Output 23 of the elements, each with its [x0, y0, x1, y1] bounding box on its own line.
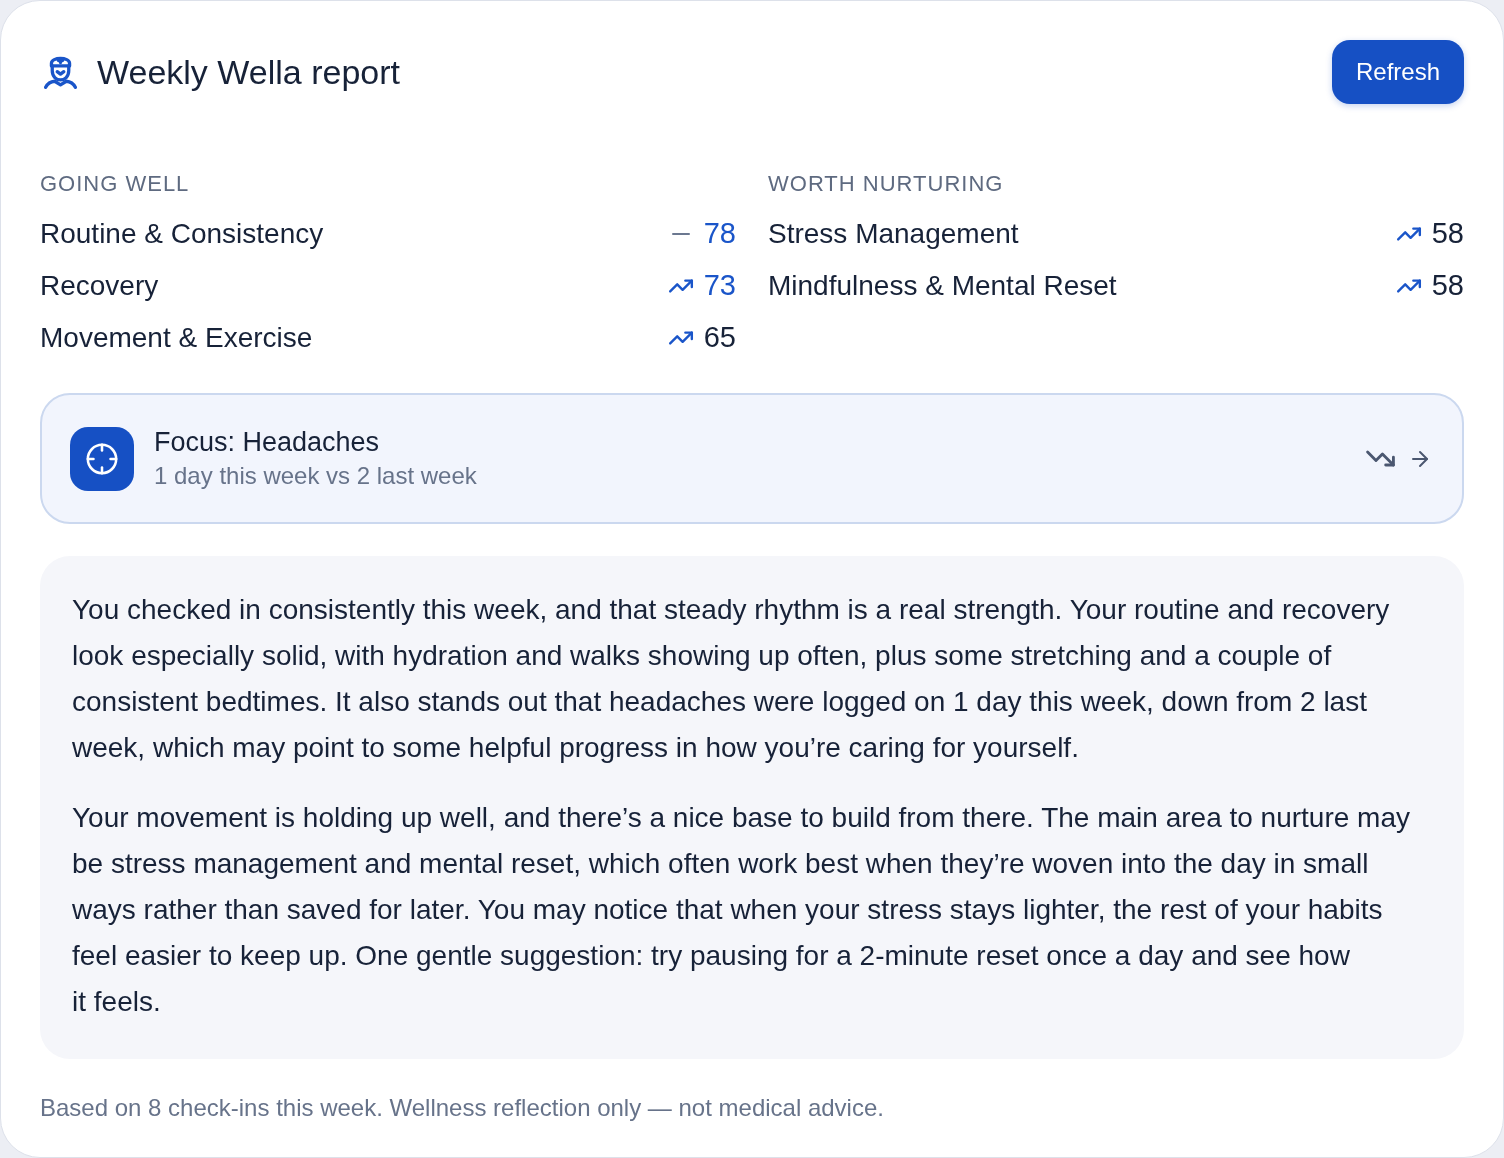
- crosshair-icon: [70, 426, 134, 491]
- summary-paragraph: You checked in consistently this week, and that steady rhythm is a real strength. Your routine and recovery look especially solid, with hydration and walks showing up often, plus some stretching and a couple of consistent bedtimes. It also stands out that headaches were logged on 1 day this week, down from 2 last week, which may point to some helpful progress in how you’re caring for yourself.: [72, 593, 1391, 765]
- metric-name: Recovery: [40, 269, 159, 303]
- metric-score: 73: [703, 268, 736, 304]
- metric-name: Routine & Consistency: [40, 217, 324, 251]
- metric-name: Stress Management: [768, 217, 1019, 251]
- focus-title: Focus: Headaches: [154, 425, 381, 459]
- refresh-button[interactable]: Refresh: [1332, 40, 1464, 104]
- section-heading: WORTH NURTURING: [768, 172, 1005, 196]
- metric-name: Movement & Exercise: [40, 321, 313, 355]
- metric-score: 58: [1431, 268, 1464, 304]
- report-title: Weekly Wella report: [97, 52, 400, 92]
- focus-subtitle: 1 day this week vs 2 last week: [154, 460, 478, 491]
- focus-card[interactable]: Focus: Headaches 1 day this week vs 2 last week: [40, 393, 1464, 524]
- section-heading: GOING WELL: [40, 172, 191, 196]
- footer-note: Based on 8 check-ins this week. Wellness reflection only — not medical advice.: [40, 1094, 885, 1122]
- metric-score: 78: [703, 216, 736, 252]
- metric-name: Mindfulness & Mental Reset: [768, 269, 1117, 303]
- metric-score: 65: [703, 320, 736, 356]
- dash-icon: [671, 233, 690, 235]
- nurse-icon: [44, 55, 77, 89]
- metric-score: 58: [1431, 216, 1464, 252]
- summary-paragraph: Your movement is holding up well, and there’s a nice base to build from there. The main area to nurture may be stress management and mental reset, which often work best when they’re woven into the day in small ways rather than saved for later. You may notice that when your stress stays lighter, the rest of your habits feel easier to keep up. One gentle suggestion: try pausing for a 2-minute reset once a day and see how it feels.: [72, 801, 1411, 1019]
